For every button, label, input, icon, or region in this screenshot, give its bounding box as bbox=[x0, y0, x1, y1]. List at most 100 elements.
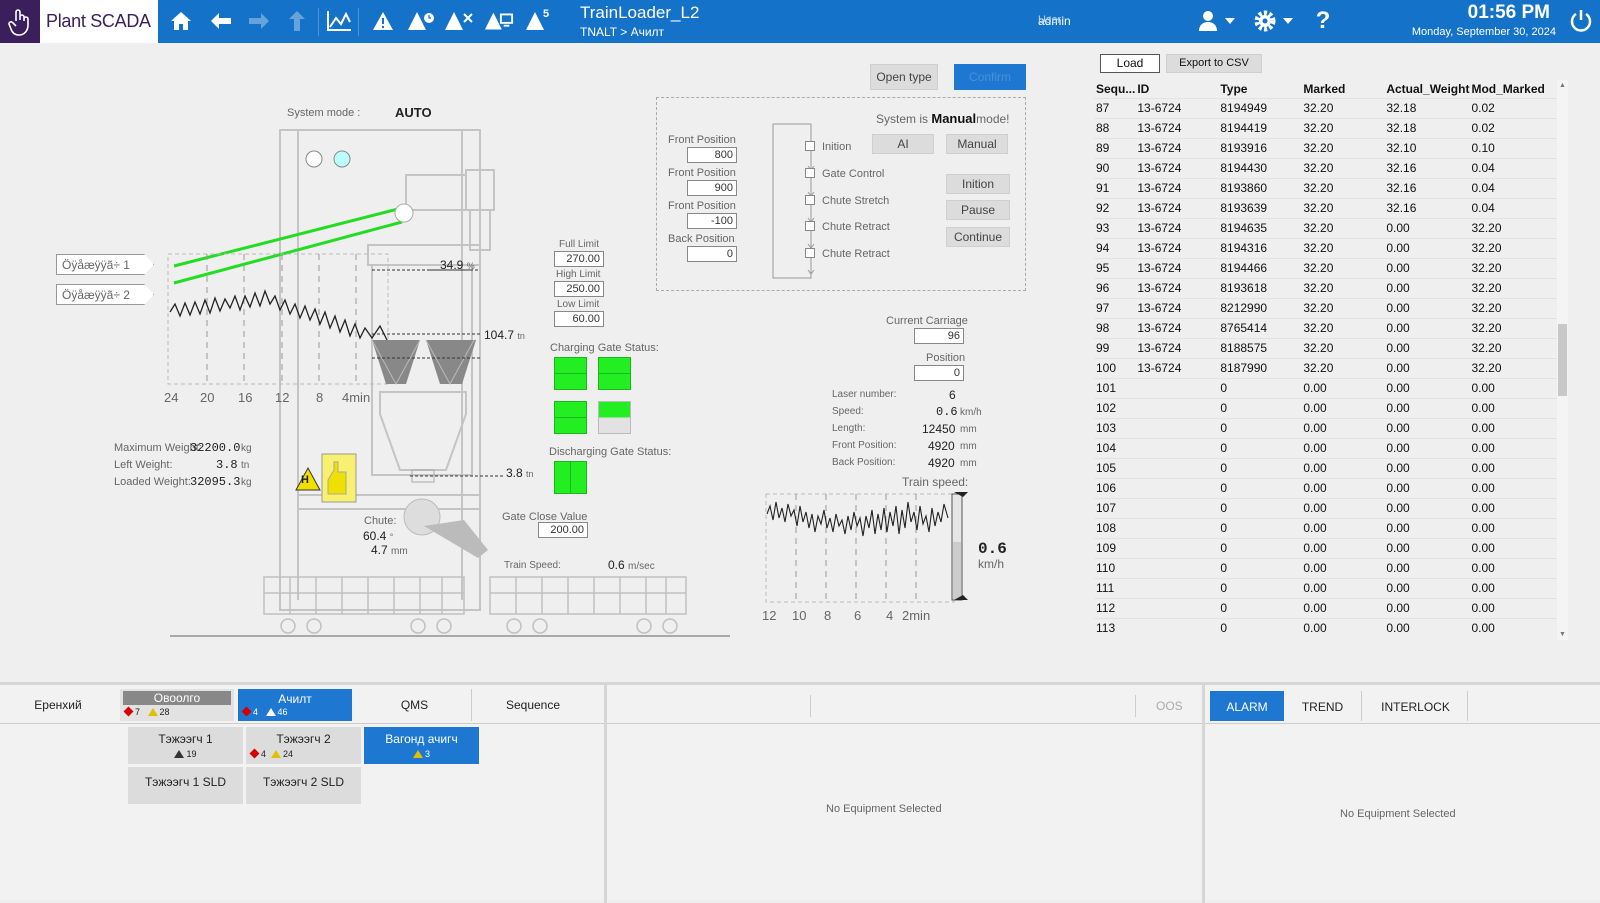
ai-button[interactable]: AI bbox=[872, 134, 934, 154]
table-cell: 0.00 bbox=[1386, 441, 1410, 455]
table-row[interactable]: 97 13-6724 8212990 32.20 0.00 32.20 bbox=[1094, 298, 1557, 318]
subtab-wagon-loader[interactable]: Вагонд ачигч 3 bbox=[364, 727, 479, 764]
load-button[interactable]: Load bbox=[1100, 54, 1160, 73]
table-row[interactable]: 87 13-6724 8194949 32.20 32.18 0.02 bbox=[1094, 98, 1557, 118]
table-row[interactable]: 110 0 0.00 0.00 0.00 bbox=[1094, 558, 1557, 578]
pause-button[interactable]: Pause bbox=[946, 200, 1010, 220]
table-row[interactable]: 93 13-6724 8194635 32.20 0.00 32.20 bbox=[1094, 218, 1557, 238]
table-cell: 32.20 bbox=[1471, 341, 1502, 355]
step-checkbox-3[interactable] bbox=[805, 195, 815, 205]
subtab-feeder-1-sld[interactable]: Тэжээгч 1 SLD bbox=[128, 767, 243, 804]
level-top-unit: % bbox=[466, 261, 475, 271]
scroll-down-icon[interactable]: ▼ bbox=[1559, 631, 1566, 638]
subtab-feeder-2-sld[interactable]: Тэжээгч 2 SLD bbox=[246, 767, 361, 804]
confirm-button[interactable]: Confirm bbox=[954, 64, 1026, 90]
col-header[interactable]: Sequ... bbox=[1094, 80, 1135, 98]
front-pos-field-1[interactable]: 800 bbox=[687, 147, 737, 163]
conveyor-1-tag[interactable]: Öÿåæÿÿã÷ 1 bbox=[56, 254, 154, 275]
subtab-feeder-1[interactable]: Тэжээгч 1 19 bbox=[128, 727, 243, 764]
current-carriage-field[interactable]: 96 bbox=[914, 328, 964, 344]
table-row[interactable]: 107 0 0.00 0.00 0.00 bbox=[1094, 498, 1557, 518]
col-header[interactable]: ID bbox=[1135, 80, 1218, 98]
continue-button[interactable]: Continue bbox=[946, 227, 1010, 247]
conveyor-2-tag[interactable]: Öÿåæÿÿã÷ 2 bbox=[56, 284, 154, 305]
table-row[interactable]: 92 13-6724 8193639 32.20 32.16 0.04 bbox=[1094, 198, 1557, 218]
gate-close-field[interactable]: 200.00 bbox=[538, 522, 588, 538]
table-row[interactable]: 103 0 0.00 0.00 0.00 bbox=[1094, 418, 1557, 438]
table-cell: 113 bbox=[1096, 621, 1116, 636]
table-cell: 0 bbox=[1220, 441, 1228, 455]
tab-alarm[interactable]: ALARM bbox=[1210, 691, 1284, 721]
table-cell: 8187990 bbox=[1220, 361, 1268, 375]
high-limit-field[interactable]: 250.00 bbox=[554, 281, 604, 297]
table-cell: 13-6724 bbox=[1137, 341, 1182, 355]
table-cell: 13-6724 bbox=[1137, 281, 1182, 295]
subtab-feeder-2[interactable]: Тэжээгч 2 4 24 bbox=[246, 727, 361, 764]
gear-icon[interactable] bbox=[1252, 6, 1296, 36]
table-row[interactable]: 91 13-6724 8193860 32.20 32.16 0.04 bbox=[1094, 178, 1557, 198]
user-menu[interactable] bbox=[1196, 6, 1240, 36]
table-row[interactable]: 99 13-6724 8188575 32.20 0.00 32.20 bbox=[1094, 338, 1557, 358]
scroll-thumb[interactable] bbox=[1558, 324, 1567, 396]
col-header[interactable]: Marked bbox=[1301, 80, 1384, 98]
step-checkbox-1[interactable] bbox=[805, 141, 815, 151]
table-row[interactable]: 98 13-6724 8765414 32.20 0.00 32.20 bbox=[1094, 318, 1557, 338]
col-header[interactable]: Type bbox=[1218, 80, 1301, 98]
tab-general[interactable]: Еренхий bbox=[0, 689, 116, 721]
sequence-ladder bbox=[772, 123, 815, 279]
table-row[interactable]: 112 0 0.00 0.00 0.00 bbox=[1094, 598, 1557, 618]
power-icon[interactable] bbox=[1566, 6, 1596, 36]
step-checkbox-5[interactable] bbox=[805, 248, 815, 258]
help-icon[interactable]: ? bbox=[1308, 6, 1338, 36]
step-checkbox-4[interactable] bbox=[805, 221, 815, 231]
front-pos-field-3[interactable]: -100 bbox=[687, 213, 737, 229]
tab-qms[interactable]: QMS bbox=[358, 689, 472, 721]
table-cell bbox=[1135, 478, 1218, 498]
weight-trend-box bbox=[167, 253, 389, 385]
table-row[interactable]: 90 13-6724 8194430 32.20 32.16 0.04 bbox=[1094, 158, 1557, 178]
table-row[interactable]: 108 0 0.00 0.00 0.00 bbox=[1094, 518, 1557, 538]
manual-button[interactable]: Manual bbox=[946, 134, 1008, 154]
table-cell: 0.00 bbox=[1386, 621, 1410, 636]
table-cell: 13-6724 bbox=[1137, 361, 1182, 375]
tab-trend[interactable]: TREND bbox=[1284, 691, 1362, 721]
low-limit-field[interactable]: 60.00 bbox=[554, 311, 604, 327]
col-header[interactable]: Mod_Marked bbox=[1469, 80, 1557, 98]
table-row[interactable]: 88 13-6724 8194419 32.20 32.18 0.02 bbox=[1094, 118, 1557, 138]
table-row[interactable]: 94 13-6724 8194316 32.20 0.00 32.20 bbox=[1094, 238, 1557, 258]
col-header[interactable]: Actual_Weight bbox=[1384, 80, 1469, 98]
table-cell: 94 bbox=[1096, 241, 1110, 255]
open-type-button[interactable]: Open type bbox=[870, 64, 938, 90]
tab-ovoolgo[interactable]: Овоолго 7 28 bbox=[120, 689, 234, 721]
table-row[interactable]: 95 13-6724 8194466 32.20 0.00 32.20 bbox=[1094, 258, 1557, 278]
tab-achilt[interactable]: Ачилт 4 46 bbox=[238, 689, 352, 721]
full-limit-field[interactable]: 270.00 bbox=[554, 251, 604, 267]
table-scrollbar[interactable]: ▲ ▼ bbox=[1557, 80, 1568, 640]
table-row[interactable]: 102 0 0.00 0.00 0.00 bbox=[1094, 398, 1557, 418]
table-row[interactable]: 96 13-6724 8193618 32.20 0.00 32.20 bbox=[1094, 278, 1557, 298]
table-cell: 0.00 bbox=[1303, 621, 1327, 636]
table-cell: 8194635 bbox=[1220, 221, 1268, 235]
table-row[interactable]: 106 0 0.00 0.00 0.00 bbox=[1094, 478, 1557, 498]
front-pos-field-2[interactable]: 900 bbox=[687, 180, 737, 196]
table-row[interactable]: 111 0 0.00 0.00 0.00 bbox=[1094, 578, 1557, 598]
position-field[interactable]: 0 bbox=[914, 365, 964, 381]
table-cell bbox=[1135, 558, 1218, 578]
step-checkbox-2[interactable] bbox=[805, 168, 815, 178]
table-row[interactable]: 113 0 0.00 0.00 0.00 bbox=[1094, 618, 1557, 638]
back-pos-field[interactable]: 0 bbox=[687, 246, 737, 262]
export-csv-button[interactable]: Export to CSV bbox=[1166, 54, 1262, 73]
level-bottom-value: 3.8 bbox=[506, 466, 523, 480]
oos-label[interactable]: OOS bbox=[1156, 699, 1183, 713]
table-row[interactable]: 109 0 0.00 0.00 0.00 bbox=[1094, 538, 1557, 558]
table-row[interactable]: 104 0 0.00 0.00 0.00 bbox=[1094, 438, 1557, 458]
tab-interlock[interactable]: INTERLOCK bbox=[1364, 691, 1468, 721]
table-row[interactable]: 101 0 0.00 0.00 0.00 bbox=[1094, 378, 1557, 398]
table-row[interactable]: 89 13-6724 8193916 32.20 32.10 0.10 bbox=[1094, 138, 1557, 158]
table-row[interactable]: 100 13-6724 8187990 32.20 0.00 32.20 bbox=[1094, 358, 1557, 378]
tab-sequence[interactable]: Sequence bbox=[476, 689, 590, 721]
scroll-up-icon[interactable]: ▲ bbox=[1559, 82, 1566, 89]
laser-label: Laser number: bbox=[832, 389, 897, 400]
table-row[interactable]: 105 0 0.00 0.00 0.00 bbox=[1094, 458, 1557, 478]
inition-button[interactable]: Inition bbox=[946, 174, 1010, 194]
